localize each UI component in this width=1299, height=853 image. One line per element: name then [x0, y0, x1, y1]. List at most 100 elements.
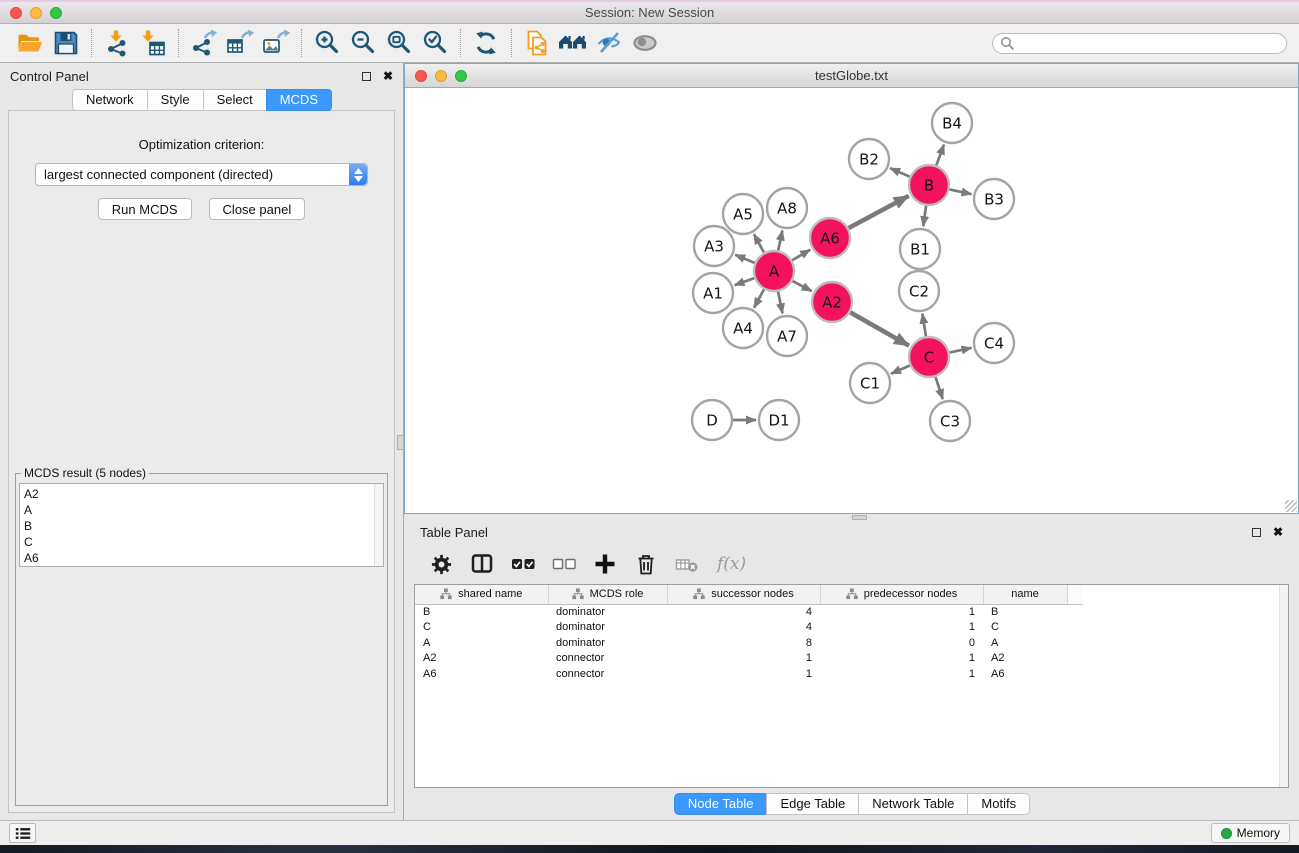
table-cell[interactable]: 1 [667, 651, 820, 667]
zoom-in-button[interactable] [309, 27, 345, 59]
table-cell[interactable]: 8 [667, 635, 820, 651]
network-edge-A-A3[interactable] [735, 255, 754, 263]
open-session-button[interactable] [12, 27, 48, 59]
table-cell[interactable]: A6 [415, 666, 548, 682]
save-session-button[interactable] [48, 27, 84, 59]
panel-divider-handle[interactable] [852, 515, 867, 520]
network-node-C4[interactable]: C4 [974, 323, 1014, 363]
close-panel-button[interactable]: Close panel [209, 198, 306, 220]
memory-button[interactable]: Memory [1211, 823, 1290, 843]
table-cell[interactable]: A2 [983, 651, 1067, 667]
network-canvas[interactable]: AA1A2A3A4A5A6A7A8BB1B2B3B4CC1C2C3C4DD1 [405, 88, 1298, 513]
table-cell[interactable]: 1 [820, 666, 983, 682]
tab-style[interactable]: Style [147, 89, 204, 111]
table-cell[interactable]: C [983, 620, 1067, 636]
import-network-from-file-button[interactable] [99, 27, 135, 59]
network-edge-A-A7[interactable] [778, 292, 782, 314]
column-header-predecessor-nodes[interactable]: predecessor nodes [820, 585, 983, 604]
network-edge-A-A8[interactable] [778, 231, 782, 251]
zoom-network-view-button[interactable] [455, 70, 467, 82]
table-cell[interactable]: 0 [820, 635, 983, 651]
network-node-A3[interactable]: A3 [694, 226, 734, 266]
table-row[interactable]: Bdominator41B [415, 604, 1083, 620]
table-cell[interactable]: 4 [667, 604, 820, 620]
column-header-name[interactable]: name [983, 585, 1067, 604]
column-header-successor-nodes[interactable]: successor nodes [667, 585, 820, 604]
tab-network[interactable]: Network [72, 89, 148, 111]
network-node-D[interactable]: D [692, 400, 732, 440]
horizontal-panel-divider[interactable] [404, 514, 1299, 520]
float-panel-icon[interactable] [1252, 528, 1261, 537]
table-cell[interactable]: connector [548, 666, 667, 682]
network-node-B3[interactable]: B3 [974, 179, 1014, 219]
network-node-A[interactable]: A [754, 251, 794, 291]
table-cell[interactable]: A6 [983, 666, 1067, 682]
close-panel-icon[interactable]: ✖ [383, 70, 393, 82]
network-edge-A-A4[interactable] [754, 289, 764, 307]
tab-edge-table[interactable]: Edge Table [766, 793, 859, 815]
network-edge-B-B4[interactable] [936, 145, 944, 166]
network-node-A7[interactable]: A7 [767, 316, 807, 356]
float-panel-icon[interactable] [362, 72, 371, 81]
task-history-button[interactable] [9, 823, 36, 843]
table-cell[interactable]: 1 [667, 666, 820, 682]
network-node-D1[interactable]: D1 [759, 400, 799, 440]
network-edge-A-A6[interactable] [792, 250, 810, 261]
mcds-result-item[interactable]: A [24, 502, 383, 518]
new-network-from-selection-button[interactable] [519, 27, 555, 59]
network-node-A5[interactable]: A5 [723, 194, 763, 234]
table-row[interactable]: A6connector11A6 [415, 666, 1083, 682]
table-cell[interactable]: A [415, 635, 548, 651]
network-edge-B-B3[interactable] [950, 189, 972, 194]
network-node-A4[interactable]: A4 [723, 308, 763, 348]
zoom-fit-content-button[interactable] [381, 27, 417, 59]
table-cell[interactable]: A2 [415, 651, 548, 667]
table-cell[interactable]: A [983, 635, 1067, 651]
mcds-result-item[interactable]: A6 [24, 550, 383, 566]
network-graph[interactable]: AA1A2A3A4A5A6A7A8BB1B2B3B4CC1C2C3C4DD1 [405, 88, 1298, 513]
apply-preferred-layout-button[interactable] [468, 27, 504, 59]
table-cell[interactable]: dominator [548, 604, 667, 620]
zoom-selected-button[interactable] [417, 27, 453, 59]
network-node-C3[interactable]: C3 [930, 401, 970, 441]
network-edge-A2-C[interactable] [850, 312, 909, 345]
zoom-window-button[interactable] [50, 7, 62, 19]
table-cell[interactable]: 1 [820, 620, 983, 636]
network-node-B1[interactable]: B1 [900, 229, 940, 269]
network-node-A1[interactable]: A1 [693, 273, 733, 313]
tab-select[interactable]: Select [203, 89, 267, 111]
delete-columns-button[interactable] [633, 551, 659, 577]
table-cell[interactable]: dominator [548, 635, 667, 651]
table-row[interactable]: Cdominator41C [415, 620, 1083, 636]
mcds-result-item[interactable]: C [24, 534, 383, 550]
export-image-button[interactable] [258, 27, 294, 59]
close-panel-icon[interactable]: ✖ [1273, 526, 1283, 538]
delete-table-button[interactable] [674, 551, 700, 577]
network-node-B4[interactable]: B4 [932, 103, 972, 143]
minimize-window-button[interactable] [30, 7, 42, 19]
network-edge-C-C4[interactable] [950, 348, 972, 353]
column-header-shared-name[interactable]: shared name [415, 585, 548, 604]
table-cell[interactable]: 1 [820, 604, 983, 620]
mcds-result-item[interactable]: B [24, 518, 383, 534]
network-node-A2[interactable]: A2 [812, 282, 852, 322]
table-cell[interactable]: 4 [667, 620, 820, 636]
network-edge-A6-B[interactable] [849, 196, 909, 228]
network-node-C2[interactable]: C2 [899, 271, 939, 311]
function-builder-button[interactable]: f(x) [717, 554, 746, 574]
search-input[interactable] [992, 33, 1287, 54]
tab-network-table[interactable]: Network Table [858, 793, 968, 815]
table-cell[interactable]: connector [548, 651, 667, 667]
zoom-out-button[interactable] [345, 27, 381, 59]
tab-mcds[interactable]: MCDS [266, 89, 332, 111]
scrollbar[interactable] [1279, 585, 1288, 787]
show-network-overview-button[interactable] [555, 27, 591, 59]
network-node-A8[interactable]: A8 [767, 188, 807, 228]
panel-divider-handle[interactable] [397, 435, 404, 450]
mcds-result-item[interactable]: A2 [24, 486, 383, 502]
network-edge-C-C2[interactable] [922, 314, 926, 337]
table-row[interactable]: Adominator80A [415, 635, 1083, 651]
network-edge-A-A1[interactable] [735, 278, 755, 285]
tab-motifs[interactable]: Motifs [967, 793, 1030, 815]
show-column-panel-button[interactable] [469, 551, 495, 577]
